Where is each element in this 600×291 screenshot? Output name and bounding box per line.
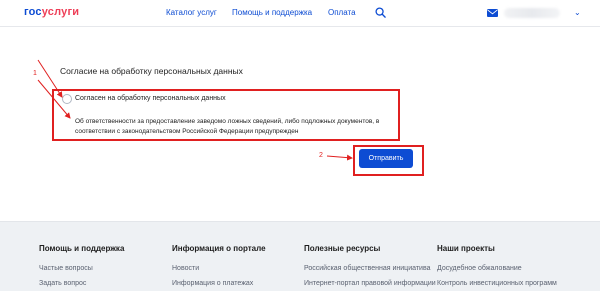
consent-checkbox[interactable] <box>62 94 72 104</box>
consent-checkbox-label[interactable]: Согласен на обработку персональных данны… <box>75 95 226 102</box>
footer-link[interactable]: Частые вопросы <box>39 265 124 272</box>
submit-button[interactable]: Отправить <box>359 149 413 168</box>
user-name-blurred[interactable] <box>504 8 560 18</box>
logo-part-gos: гос <box>24 6 42 18</box>
footer-link[interactable]: Досудебное обжалование <box>437 265 557 272</box>
footer-link[interactable]: Интернет-портал правовой информации <box>304 280 436 287</box>
gosuslugi-logo[interactable]: госуслуги <box>24 6 79 18</box>
footer-link[interactable]: Контроль инвестиционных программ <box>437 280 557 287</box>
logo-part-uslugi: услуги <box>41 6 80 18</box>
footer-column-resources: Полезные ресурсы Российская общественная… <box>304 244 436 287</box>
footer-column-info: Информация о портале Новости Информация … <box>172 244 266 287</box>
footer-heading: Информация о портале <box>172 244 266 253</box>
annotation-marker-1: 1 <box>33 70 37 77</box>
top-header: госуслуги Каталог услуг Помощь и поддерж… <box>0 0 600 27</box>
nav-help-link[interactable]: Помощь и поддержка <box>232 8 312 17</box>
footer-heading: Полезные ресурсы <box>304 244 381 253</box>
arrow-to-submit <box>326 154 353 161</box>
footer-link[interactable]: Информация о платежах <box>172 280 266 287</box>
annotation-marker-2: 2 <box>319 152 323 159</box>
footer-link[interactable]: Задать вопрос <box>39 280 124 287</box>
footer-heading: Наши проекты <box>437 244 495 253</box>
search-icon[interactable] <box>375 7 386 18</box>
site-footer: Помощь и поддержка Частые вопросы Задать… <box>0 221 600 291</box>
footer-link[interactable]: Российская общественная инициатива <box>304 265 436 272</box>
footer-column-help: Помощь и поддержка Частые вопросы Задать… <box>39 244 124 287</box>
footer-heading: Помощь и поддержка <box>39 244 125 253</box>
nav-payment-link[interactable]: Оплата <box>328 8 356 17</box>
consent-section-title: Согласие на обработку персональных данны… <box>60 66 243 76</box>
footer-column-projects: Наши проекты Досудебное обжалование Конт… <box>437 244 557 287</box>
nav-catalog-link[interactable]: Каталог услуг <box>166 8 217 17</box>
chevron-down-icon[interactable]: ⌄ <box>574 8 581 17</box>
footer-link[interactable]: Новости <box>172 265 266 272</box>
mail-icon[interactable] <box>487 9 498 17</box>
liability-disclaimer: Об ответственности за предоставление зав… <box>75 118 380 135</box>
